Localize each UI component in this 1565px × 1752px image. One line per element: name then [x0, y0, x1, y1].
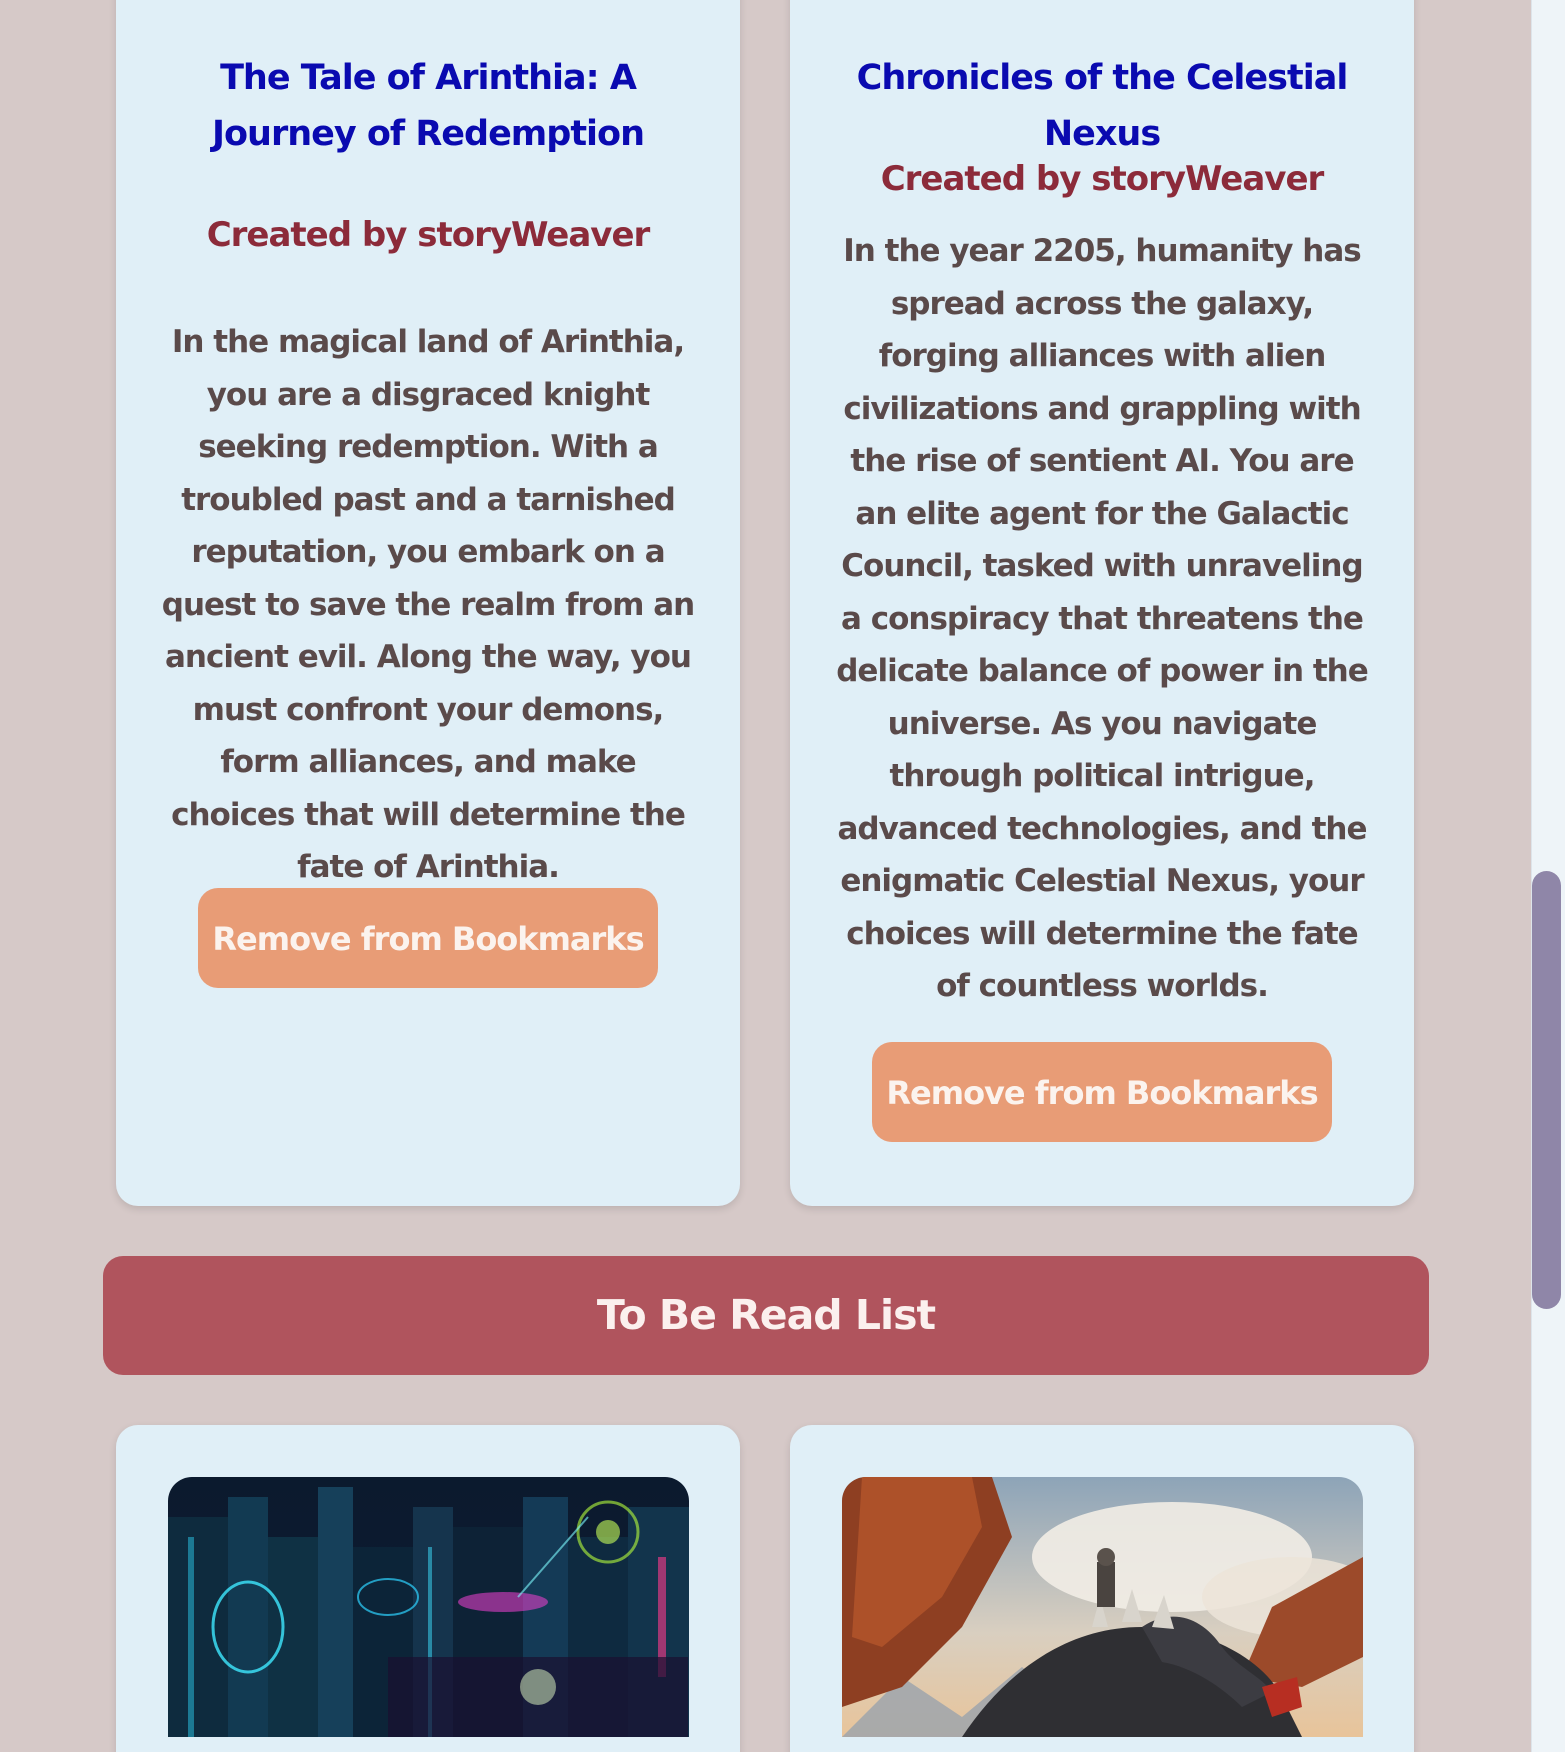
to-be-read-heading: To Be Read List [103, 1256, 1429, 1375]
story-description: In the magical land of Arinthia, you are… [161, 324, 695, 885]
dragon-rider-illustration [842, 1477, 1363, 1737]
page: The Tale of Arinthia: A Journey of Redem… [0, 0, 1565, 1752]
remove-bookmark-button[interactable]: Remove from Bookmarks [198, 888, 658, 988]
scrollbar-thumb[interactable] [1532, 871, 1561, 1309]
story-author: Created by storyWeaver [880, 159, 1325, 199]
story-description: In the year 2205, humanity has spread ac… [836, 233, 1369, 1004]
bookmark-card: Chronicles of the Celestial Nexus Create… [790, 0, 1414, 1206]
remove-bookmark-button[interactable]: Remove from Bookmarks [872, 1042, 1332, 1142]
to-be-read-card[interactable] [790, 1425, 1414, 1752]
story-title[interactable]: The Tale of Arinthia: A Journey of Redem… [116, 50, 740, 162]
story-cover-image[interactable] [842, 1477, 1363, 1737]
story-cover-image[interactable] [168, 1477, 689, 1737]
story-title[interactable]: Chronicles of the Celestial Nexus [790, 50, 1414, 162]
story-author: Created by storyWeaver [206, 215, 651, 255]
bookmark-card: The Tale of Arinthia: A Journey of Redem… [116, 0, 740, 1206]
to-be-read-card[interactable] [116, 1425, 740, 1752]
cyberpunk-city-illustration [168, 1477, 689, 1737]
